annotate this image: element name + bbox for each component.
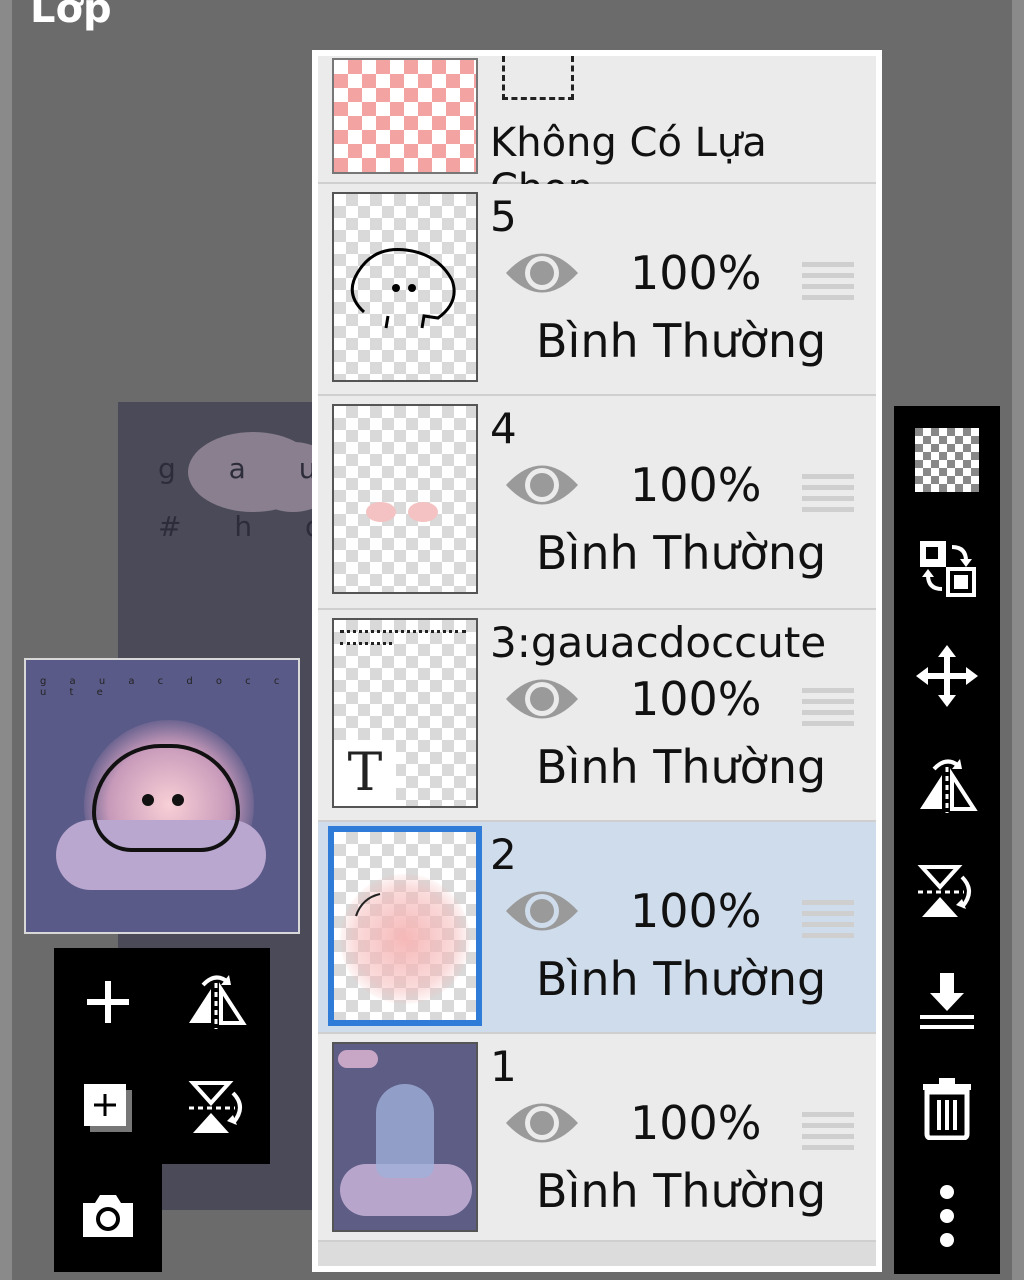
swap-layers-icon[interactable]	[894, 518, 1000, 618]
layer-opacity[interactable]: 100%	[630, 1096, 762, 1150]
visibility-eye-icon[interactable]	[504, 884, 580, 942]
transparency-icon[interactable]	[894, 410, 1000, 510]
visibility-eye-icon[interactable]	[504, 458, 580, 516]
layer-thumbnail	[332, 404, 478, 594]
preview-text: g a u a c d o c c u t e	[40, 676, 290, 698]
layer-name[interactable]: 3:gauacdoccute	[490, 618, 826, 667]
layer-thumbnail	[332, 192, 478, 382]
flip-horizontal-icon[interactable]	[894, 734, 1000, 834]
text-layer-icon: T	[334, 740, 396, 806]
drag-handle-icon[interactable]	[802, 688, 854, 732]
plus-icon[interactable]	[58, 952, 158, 1052]
layer-name[interactable]: 1	[490, 1042, 517, 1091]
panel-title: Lớp	[30, 0, 112, 32]
cloud-mark	[338, 1050, 378, 1068]
layer-blend-mode[interactable]: Bình Thường	[536, 1164, 826, 1218]
text-preview-line	[340, 642, 392, 649]
layer-name[interactable]: 5	[490, 192, 517, 241]
canvas-preview[interactable]: g a u a c d o c c u t e	[24, 658, 300, 934]
drag-handle-icon[interactable]	[802, 262, 854, 306]
layer-row[interactable]: 4 100% Bình Thường	[318, 396, 876, 610]
layer-opacity[interactable]: 100%	[630, 458, 762, 512]
layer-row[interactable]: 5 100% Bình Thường	[318, 184, 876, 396]
visibility-eye-icon[interactable]	[504, 246, 580, 304]
layer-name[interactable]: 4	[490, 404, 517, 453]
preview-eye	[142, 794, 154, 806]
layer-thumbnail	[332, 1042, 478, 1232]
trash-icon[interactable]	[894, 1058, 1000, 1158]
text-preview-line	[340, 630, 466, 637]
merge-down-icon[interactable]	[894, 950, 1000, 1050]
layer-blend-mode[interactable]: Bình Thường	[536, 740, 826, 794]
layer-opacity[interactable]: 100%	[630, 672, 762, 726]
layer-panel: Không Có Lựa Chọn 5 100% Bình Thường 4 1…	[312, 50, 882, 1272]
selection-marquee-icon	[502, 56, 574, 100]
flip-vertical-icon[interactable]	[894, 842, 1000, 942]
figure-mark	[376, 1084, 434, 1178]
preview-eye	[172, 794, 184, 806]
layer-thumbnail	[328, 826, 482, 1026]
layer-thumbnail: T	[332, 618, 478, 808]
selection-row[interactable]: Không Có Lựa Chọn	[318, 56, 876, 212]
move-icon[interactable]	[894, 626, 1000, 726]
layer-blend-mode[interactable]: Bình Thường	[536, 526, 826, 580]
layer-row-selected[interactable]: 2 100% Bình Thường	[318, 822, 876, 1034]
right-edge	[1012, 0, 1024, 1280]
panel-scroll-end	[318, 1242, 876, 1266]
left-edge	[0, 0, 12, 1280]
drag-handle-icon[interactable]	[802, 900, 854, 944]
layer-opacity[interactable]: 100%	[630, 884, 762, 938]
flip-horizontal-icon[interactable]	[166, 952, 266, 1052]
more-icon[interactable]	[894, 1166, 1000, 1266]
layer-blend-mode[interactable]: Bình Thường	[536, 952, 826, 1006]
drag-handle-icon[interactable]	[802, 474, 854, 518]
cheek-mark	[366, 502, 396, 522]
drag-handle-icon[interactable]	[802, 1112, 854, 1156]
layer-blend-mode[interactable]: Bình Thường	[536, 314, 826, 368]
camera-icon[interactable]	[58, 1166, 158, 1266]
layer-row[interactable]: T 3:gauacdoccute 100% Bình Thường	[318, 610, 876, 822]
layer-row[interactable]: 1 100% Bình Thường	[318, 1034, 876, 1242]
visibility-eye-icon[interactable]	[504, 1096, 580, 1154]
stroke-mark	[355, 893, 381, 917]
right-toolbar	[894, 406, 1000, 1274]
flip-vertical-icon[interactable]	[166, 1058, 266, 1158]
visibility-eye-icon[interactable]	[504, 672, 580, 730]
add-layer-icon[interactable]	[58, 1058, 158, 1158]
layer-name[interactable]: 2	[490, 830, 517, 879]
selection-thumbnail	[332, 58, 478, 174]
cheek-mark	[408, 502, 438, 522]
layer-opacity[interactable]: 100%	[630, 246, 762, 300]
